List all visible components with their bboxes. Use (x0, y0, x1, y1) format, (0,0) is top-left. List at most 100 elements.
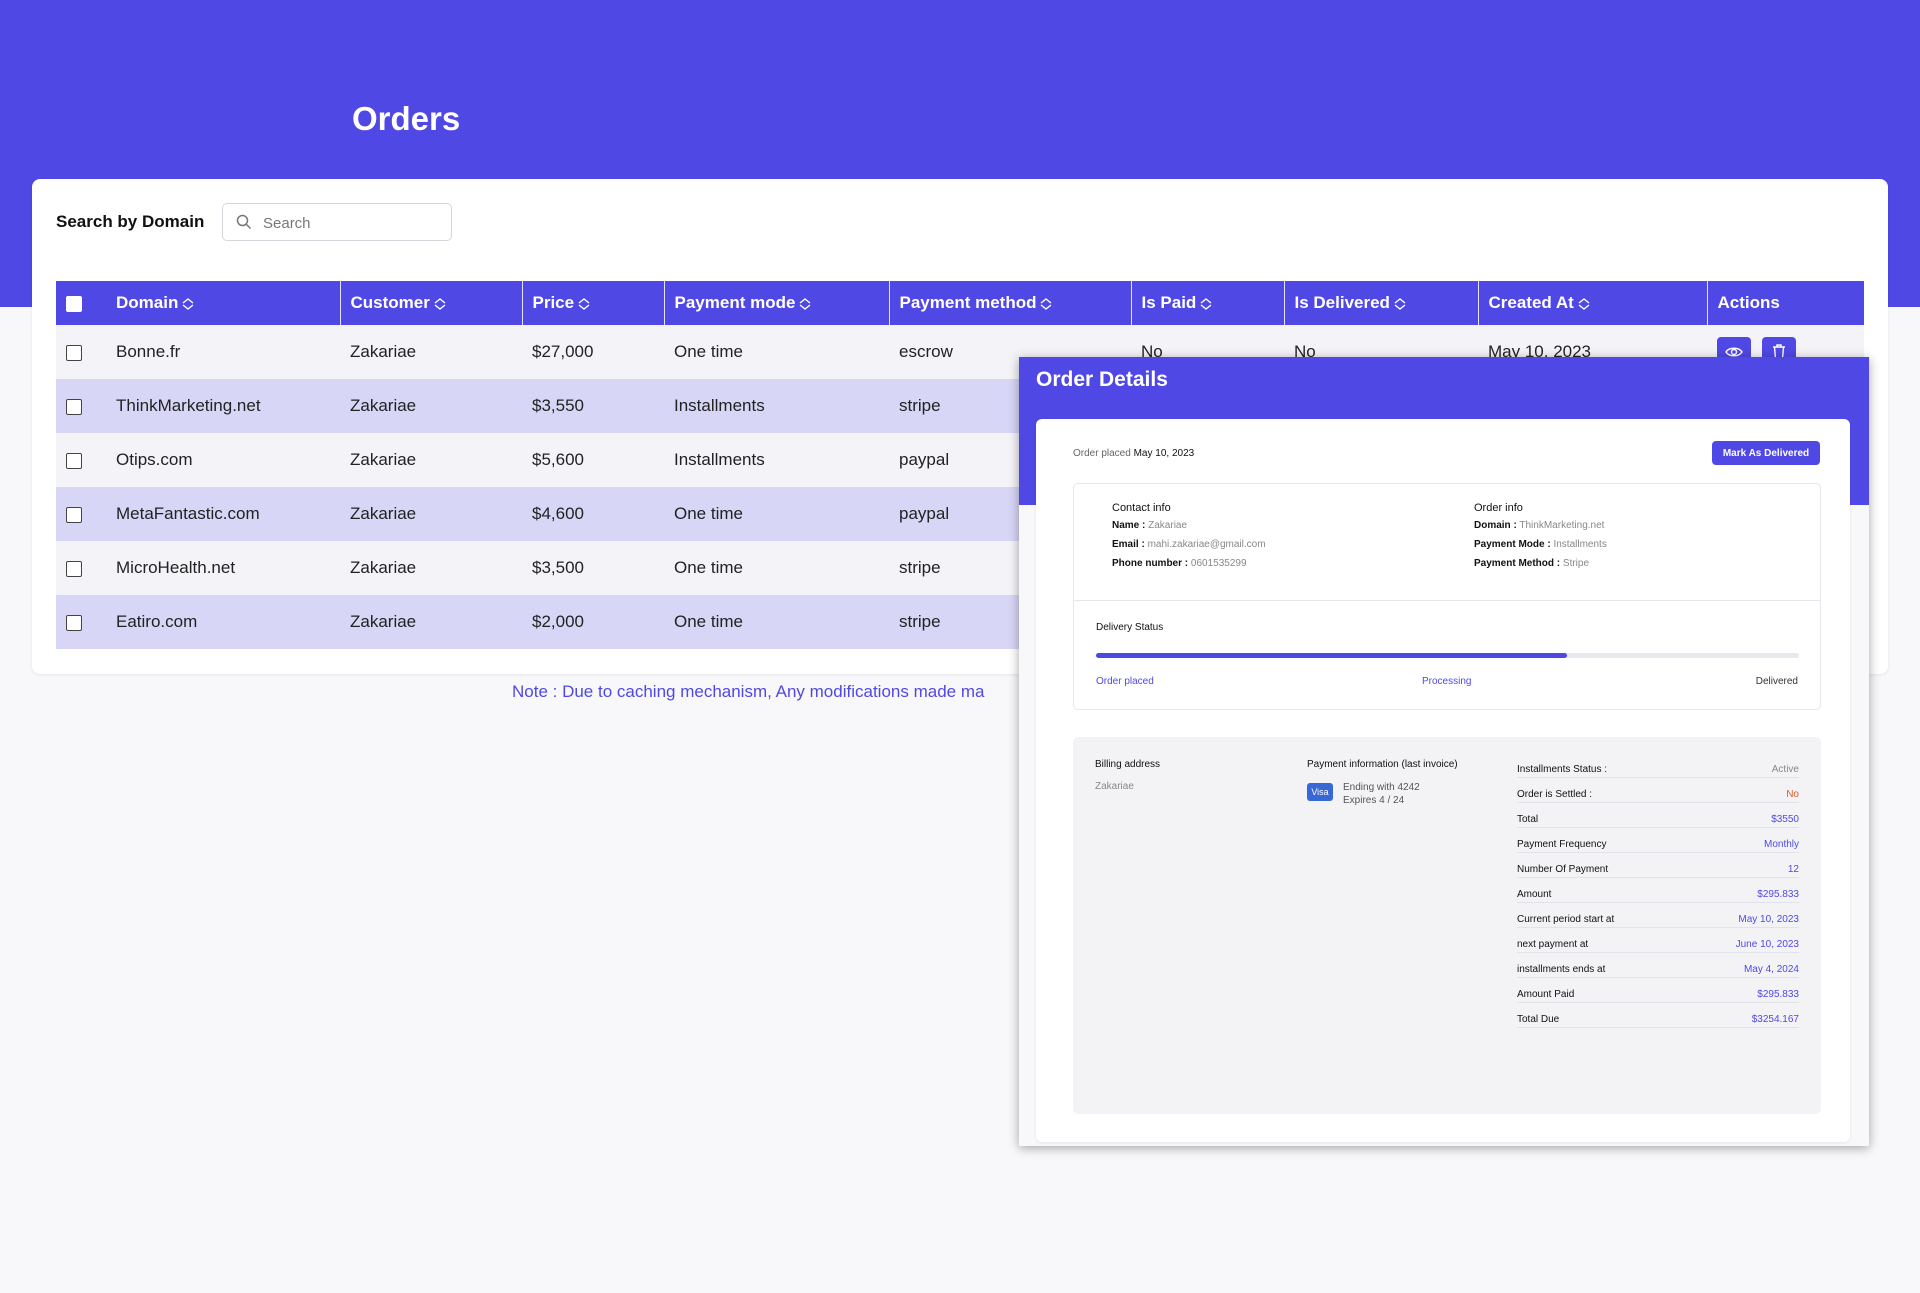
installment-label: Installments Status : (1517, 764, 1608, 775)
row-checkbox[interactable] (66, 344, 82, 361)
cell-price: $2,000 (522, 595, 664, 649)
card-details: Ending with 4242 Expires 4 / 24 (1343, 781, 1420, 807)
cell-payment-mode: One time (664, 541, 889, 595)
info-panel: Contact info Name : Zakariae Email : mah… (1073, 483, 1821, 710)
row-select-cell (56, 325, 106, 379)
installment-label: installments ends at (1517, 964, 1606, 975)
col-label: Actions (1717, 293, 1780, 312)
cell-price: $3,500 (522, 541, 664, 595)
sort-icon[interactable] (1039, 297, 1053, 310)
col-label: Payment method (899, 293, 1037, 312)
contact-phone: Phone number : 0601535299 (1112, 558, 1247, 569)
row-checkbox[interactable] (66, 560, 82, 577)
col-label: Customer (350, 293, 430, 312)
billing-payment-panel: Billing address Zakariae Payment informa… (1073, 737, 1821, 1114)
card-ending: Ending with 4242 (1343, 782, 1420, 793)
sort-icon[interactable] (1199, 297, 1213, 310)
installment-label: Total Due (1517, 1014, 1560, 1025)
col-created-at[interactable]: Created At (1477, 281, 1707, 325)
col-is-delivered[interactable]: Is Delivered (1283, 281, 1478, 325)
cell-customer: Zakariae (340, 541, 522, 595)
row-checkbox[interactable] (66, 614, 82, 631)
installment-label: Payment Frequency (1517, 839, 1607, 850)
cell-customer: Zakariae (340, 487, 522, 541)
divider (1074, 600, 1820, 601)
installment-value: 12 (1787, 864, 1799, 875)
cell-domain: MicroHealth.net (106, 541, 340, 595)
installment-row: Payment Frequency Monthly (1517, 828, 1799, 853)
installment-value: $295.833 (1757, 989, 1799, 1000)
col-label: Price (532, 293, 575, 312)
order-payment-method: Payment Method : Stripe (1474, 558, 1590, 569)
col-actions: Actions (1706, 281, 1864, 325)
order-domain: Domain : ThinkMarketing.net (1474, 520, 1605, 531)
installment-value: May 4, 2024 (1743, 964, 1799, 975)
row-checkbox[interactable] (66, 506, 82, 523)
sort-icon[interactable] (181, 297, 195, 310)
col-payment-method[interactable]: Payment method (888, 281, 1131, 325)
row-checkbox[interactable] (66, 398, 82, 415)
modal-title: Order Details (1036, 368, 1168, 391)
billing-address-title: Billing address (1095, 759, 1161, 770)
row-select-cell (56, 487, 106, 541)
page-title: Orders (352, 100, 461, 137)
cell-domain: Bonne.fr (106, 325, 340, 379)
sort-icon[interactable] (1393, 297, 1407, 310)
sort-icon[interactable] (433, 297, 447, 310)
installment-row: Number Of Payment 12 (1517, 853, 1799, 878)
order-details-modal: Order Details Order placed May 10, 2023 … (1019, 357, 1869, 1146)
installment-value: $3550 (1771, 814, 1799, 825)
installment-value: Active (1771, 764, 1799, 775)
installment-value: May 10, 2023 (1738, 914, 1799, 925)
sort-icon[interactable] (577, 297, 591, 310)
order-placed-date: May 10, 2023 (1133, 448, 1195, 459)
select-all-cell (56, 281, 106, 325)
installment-row: Installments Status : Active (1517, 753, 1799, 778)
select-all-checkbox[interactable] (66, 295, 82, 312)
col-label: Payment mode (674, 293, 796, 312)
cell-payment-mode: Installments (664, 433, 889, 487)
sort-icon[interactable] (798, 297, 812, 310)
installment-value: $3254.167 (1751, 1014, 1799, 1025)
modal-body: Order placed May 10, 2023 Mark As Delive… (1036, 419, 1850, 1142)
col-label: Is Paid (1141, 293, 1197, 312)
contact-email: Email : mahi.zakariae@gmail.com (1112, 539, 1266, 550)
col-domain[interactable]: Domain (106, 281, 340, 325)
cell-customer: Zakariae (340, 433, 522, 487)
col-payment-mode[interactable]: Payment mode (663, 281, 889, 325)
installment-label: Amount (1517, 889, 1552, 900)
col-customer[interactable]: Customer (339, 281, 522, 325)
col-label: Domain (116, 293, 179, 312)
billing-name: Zakariae (1095, 781, 1134, 792)
installment-value: Monthly (1763, 839, 1799, 850)
cell-domain: Otips.com (106, 433, 340, 487)
search-box[interactable] (222, 203, 452, 241)
search-input[interactable] (263, 212, 443, 234)
search-icon (236, 214, 252, 230)
cell-price: $27,000 (522, 325, 664, 379)
col-is-paid[interactable]: Is Paid (1130, 281, 1284, 325)
cell-payment-mode: One time (664, 595, 889, 649)
installment-row: Total Due $3254.167 (1517, 1003, 1799, 1028)
order-placed-line: Order placed May 10, 2023 (1073, 448, 1194, 459)
step-order-placed: Order placed (1096, 676, 1154, 687)
contact-info-title: Contact info (1112, 502, 1171, 514)
row-checkbox[interactable] (66, 452, 82, 469)
installment-row: Amount Paid $295.833 (1517, 978, 1799, 1003)
delivery-progress-fill (1096, 653, 1567, 658)
cell-customer: Zakariae (340, 325, 522, 379)
order-placed-label: Order placed (1073, 448, 1131, 459)
installment-row: Current period start at May 10, 2023 (1517, 903, 1799, 928)
mark-as-delivered-button[interactable]: Mark As Delivered (1712, 441, 1820, 465)
installment-label: Current period start at (1517, 914, 1615, 925)
cell-payment-mode: Installments (664, 379, 889, 433)
visa-card-icon: Visa (1307, 783, 1333, 801)
installment-label: Order is Settled : (1517, 789, 1593, 800)
order-info-title: Order info (1474, 502, 1523, 514)
cell-customer: Zakariae (340, 595, 522, 649)
col-price[interactable]: Price (521, 281, 664, 325)
col-label: Created At (1488, 293, 1574, 312)
sort-icon[interactable] (1577, 297, 1591, 310)
installment-value: June 10, 2023 (1735, 939, 1799, 950)
cell-domain: Eatiro.com (106, 595, 340, 649)
